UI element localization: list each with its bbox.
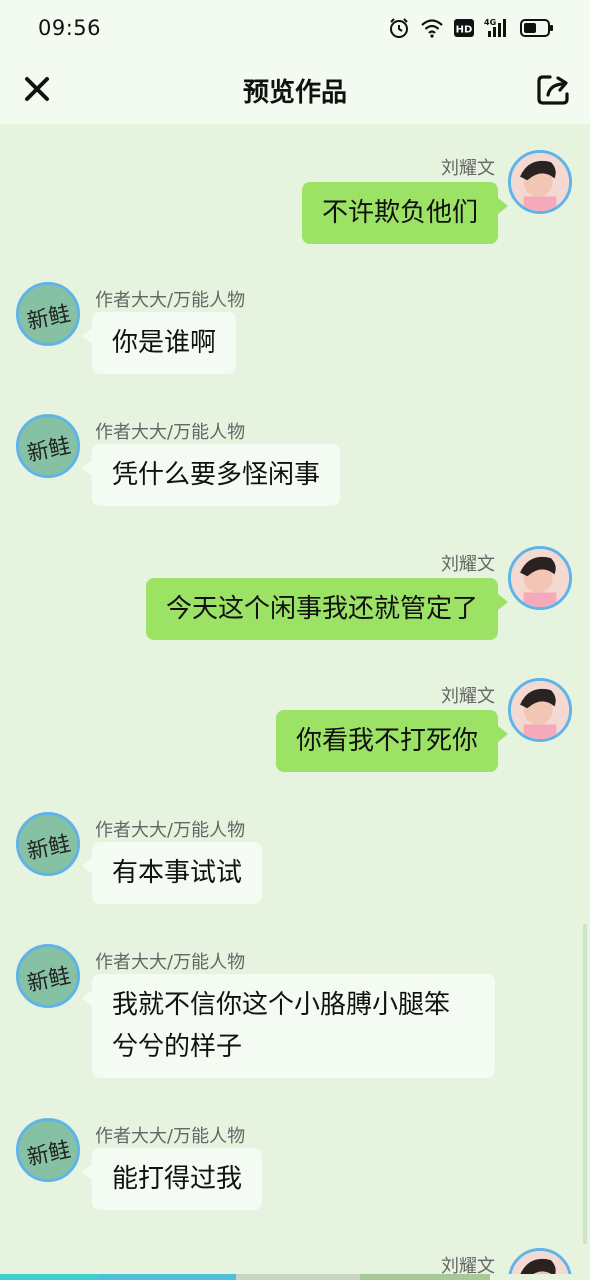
scrollbar[interactable] [583,924,587,1244]
battery-icon [520,19,553,37]
status-bar: 09:56 HD 4G [0,0,590,56]
message-line: 我就不信你这个小胳膊小腿笨 [112,990,451,1020]
status-time: 09:56 [38,16,102,40]
hd-icon: HD [454,19,474,37]
sender-name: 作者大大/万能人物 [95,1126,246,1147]
sender-name: 刘耀文 [441,686,495,707]
message-bubble[interactable]: 能打得过我 [81,1148,263,1210]
strip-segment [490,1274,590,1280]
sender-name: 作者大大/万能人物 [95,820,246,841]
strip-segment [360,1274,490,1280]
sender-name: 作者大大/万能人物 [95,290,246,311]
wifi-icon [421,19,443,38]
avatar[interactable]: 新鲑 [16,282,80,346]
message-bubble[interactable]: 我就不信你这个小胳膊小腿笨 兮兮的样子 [82,974,495,1078]
signal-icon: 4G [484,18,506,37]
avatar[interactable] [508,150,572,214]
message-bubble[interactable]: 今天这个闲事我还就管定了 [145,578,509,640]
avatar[interactable]: 新鲑 [16,1118,80,1182]
strip-segment [236,1274,360,1280]
message-bubble[interactable]: 凭什么要多怪闲事 [81,444,341,506]
avatar[interactable] [508,546,572,610]
message-bubble[interactable]: 你是谁啊 [81,312,237,374]
bottom-strip [0,1274,590,1280]
status-icons: HD 4G [388,17,554,39]
sender-name: 作者大大/万能人物 [95,422,246,443]
avatar[interactable] [508,678,572,742]
sender-name: 刘耀文 [441,554,495,575]
svg-text:4G: 4G [484,18,496,27]
message-bubble[interactable]: 你看我不打死你 [275,710,509,772]
svg-text:HD: HD [456,25,473,36]
avatar[interactable]: 新鲑 [16,812,80,876]
chat-area[interactable]: 刘耀文 不许欺负他们 新鲑 作者大大/万能人物 你是谁啊 新鲑 作者大大/万能人… [0,124,590,1280]
avatar[interactable]: 新鲑 [16,944,80,1008]
header: 预览作品 [0,56,590,124]
message-bubble[interactable]: 不许欺负他们 [301,182,509,244]
sender-name: 刘耀文 [441,158,495,179]
strip-segment [0,1274,98,1280]
strip-segment [98,1274,236,1280]
message-line: 兮兮的样子 [112,1032,243,1062]
share-icon[interactable] [536,72,570,106]
alarm-icon [390,18,408,38]
sender-name: 作者大大/万能人物 [95,952,246,973]
close-icon[interactable] [22,74,52,104]
message-bubble[interactable]: 有本事试试 [81,842,263,904]
page-title: 预览作品 [242,77,347,108]
avatar[interactable]: 新鲑 [16,414,80,478]
